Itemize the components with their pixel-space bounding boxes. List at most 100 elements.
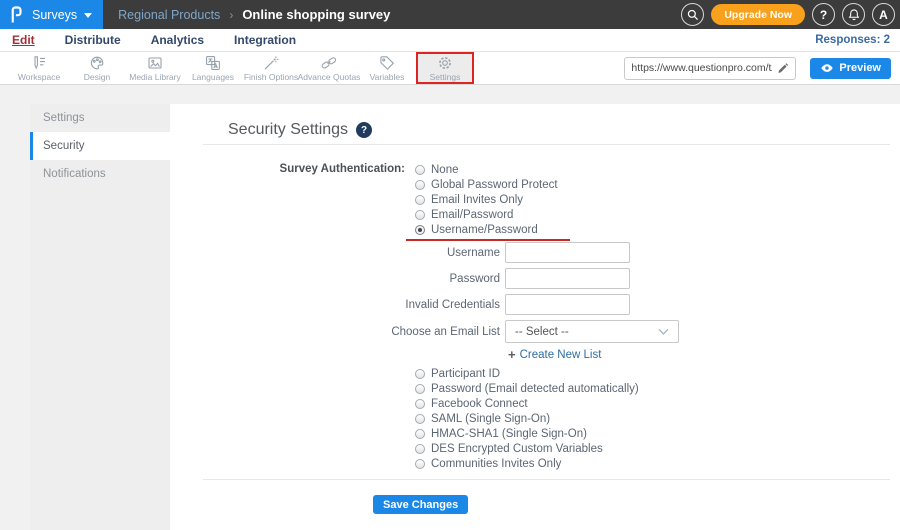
toolbar-right: Preview [624, 52, 900, 84]
security-form: Survey Authentication: None Global Passwo… [170, 162, 900, 514]
radio-option-email-password[interactable]: Email/Password [415, 207, 558, 222]
nav-tabs-bar: Edit Distribute Analytics Integration Respo… [0, 29, 900, 52]
radio-icon [415, 194, 425, 205]
radio-option-email-invites-only[interactable]: Email Invites Only [415, 192, 558, 207]
toolbar-item-design[interactable]: Design [68, 52, 126, 84]
survey-url-input[interactable] [631, 62, 773, 74]
eye-icon [821, 63, 834, 72]
settings-icon [437, 55, 453, 71]
radio-option-label: Password (Email detected automatically) [431, 382, 639, 395]
radio-option-password-email-detected-automatically[interactable]: Password (Email detected automatically) [415, 381, 900, 396]
advance-quotas-icon [321, 55, 337, 71]
invalid-credentials-input[interactable] [505, 294, 630, 315]
create-new-list-label: Create New List [519, 349, 602, 361]
toolbar-item-label: Languages [191, 72, 235, 82]
section-help-button[interactable]: ? [356, 122, 373, 138]
more-auth-options-group: Participant ID Password (Email detected a… [415, 366, 900, 471]
radio-option-label: DES Encrypted Custom Variables [431, 442, 603, 455]
toolbar-item-languages[interactable]: Languages [184, 52, 242, 84]
radio-option-global-password-protect[interactable]: Global Password Protect [415, 177, 558, 192]
toolbar-item-workspace[interactable]: Workspace [10, 52, 68, 84]
breadcrumb: Regional Products › Online shopping surv… [118, 7, 390, 22]
radio-icon [415, 398, 425, 409]
create-new-list-link[interactable]: + Create New List [508, 348, 900, 361]
content-area: Settings Security Notifications Security S… [0, 85, 900, 530]
email-list-select[interactable]: -- Select -- [505, 320, 679, 343]
radio-option-hmac-sha1-single-sign-on[interactable]: HMAC-SHA1 (Single Sign-On) [415, 426, 900, 441]
help-button[interactable]: ? [812, 3, 835, 26]
heading-divider [203, 144, 890, 145]
save-changes-button[interactable]: Save Changes [373, 495, 469, 514]
username-label: Username [446, 246, 500, 259]
breadcrumb-separator: › [229, 7, 234, 22]
tab-edit[interactable]: Edit [12, 33, 35, 47]
variables-icon [379, 55, 395, 71]
header-actions: Upgrade Now ? A [681, 3, 900, 26]
radio-option-participant-id[interactable]: Participant ID [415, 366, 900, 381]
radio-option-label: Communities Invites Only [431, 457, 562, 470]
email-list-row: Choose an Email List -- Select -- [170, 320, 900, 343]
media-library-icon [147, 55, 163, 71]
surveys-menu[interactable]: Surveys [0, 0, 104, 29]
page-title: Security Settings [228, 121, 349, 138]
radio-icon [415, 179, 425, 190]
survey-authentication-row: Survey Authentication: None Global Passwo… [170, 162, 900, 241]
radio-option-saml-single-sign-on[interactable]: SAML (Single Sign-On) [415, 411, 900, 426]
toolbar-item-advance-quotas[interactable]: Advance Quotas [297, 52, 361, 84]
radio-option-label: Email/Password [431, 208, 514, 221]
survey-toolbar: Workspace Design Media Library Languages Fin… [0, 52, 900, 85]
radio-option-none[interactable]: None [415, 162, 558, 177]
top-header-bar: Surveys Regional Products › Online shopp… [0, 0, 900, 29]
radio-option-facebook-connect[interactable]: Facebook Connect [415, 396, 900, 411]
sidebar-item-settings[interactable]: Settings [30, 104, 170, 132]
toolbar-item-label: Media Library [129, 72, 181, 82]
radio-icon [415, 383, 425, 394]
toolbar-item-label: Workspace [17, 72, 61, 82]
radio-option-label: Participant ID [431, 367, 501, 380]
edit-url-button[interactable] [776, 62, 789, 75]
radio-option-label: Global Password Protect [431, 178, 558, 191]
radio-option-label: Facebook Connect [431, 397, 528, 410]
toolbar-item-settings[interactable]: Settings [416, 52, 474, 84]
upgrade-now-button[interactable]: Upgrade Now [711, 4, 805, 25]
footer-divider [203, 479, 890, 480]
password-input[interactable] [505, 268, 630, 289]
radio-option-des-encrypted-custom-variables[interactable]: DES Encrypted Custom Variables [415, 441, 900, 456]
preview-button[interactable]: Preview [810, 57, 891, 79]
pencil-icon [778, 62, 789, 73]
radio-option-communities-invites-only[interactable]: Communities Invites Only [415, 456, 900, 471]
radio-option-username-password[interactable]: Username/Password [406, 222, 570, 241]
surveys-menu-label: Surveys [32, 7, 78, 22]
breadcrumb-folder-link[interactable]: Regional Products [118, 8, 220, 22]
toolbar-item-label: Settings [429, 72, 461, 82]
toolbar-item-finish-options[interactable]: Finish Options [242, 52, 300, 84]
save-row: Save Changes [170, 495, 900, 514]
survey-authentication-label: Survey Authentication: [279, 163, 405, 175]
chevron-down-icon [84, 12, 93, 18]
invalid-credentials-label: Invalid Credentials [405, 298, 500, 311]
toolbar-item-variables[interactable]: Variables [358, 52, 416, 84]
username-row: Username [170, 242, 900, 263]
credential-fields: Username Password Invalid Credentials [170, 242, 900, 315]
avatar[interactable]: A [872, 3, 895, 26]
settings-sidebar: Settings Security Notifications [30, 104, 170, 530]
username-input[interactable] [505, 242, 630, 263]
toolbar-item-label: Design [83, 72, 111, 82]
sidebar-item-security[interactable]: Security [30, 132, 170, 160]
radio-icon [415, 443, 425, 454]
survey-title: Online shopping survey [242, 7, 391, 22]
sidebar-item-notifications[interactable]: Notifications [30, 160, 170, 188]
search-button[interactable] [681, 3, 705, 26]
tab-distribute[interactable]: Distribute [65, 33, 121, 47]
responses-count[interactable]: Responses: 2 [815, 34, 900, 46]
radio-option-label: Username/Password [431, 223, 538, 236]
notifications-button[interactable] [842, 3, 865, 26]
tab-integration[interactable]: Integration [234, 33, 296, 47]
radio-icon [415, 413, 425, 424]
toolbar-item-media-library[interactable]: Media Library [126, 52, 184, 84]
tab-analytics[interactable]: Analytics [151, 33, 204, 47]
languages-icon [205, 55, 221, 71]
workspace-icon [31, 55, 47, 71]
radio-icon [415, 458, 425, 469]
toolbar-item-label: Advance Quotas [297, 72, 361, 82]
